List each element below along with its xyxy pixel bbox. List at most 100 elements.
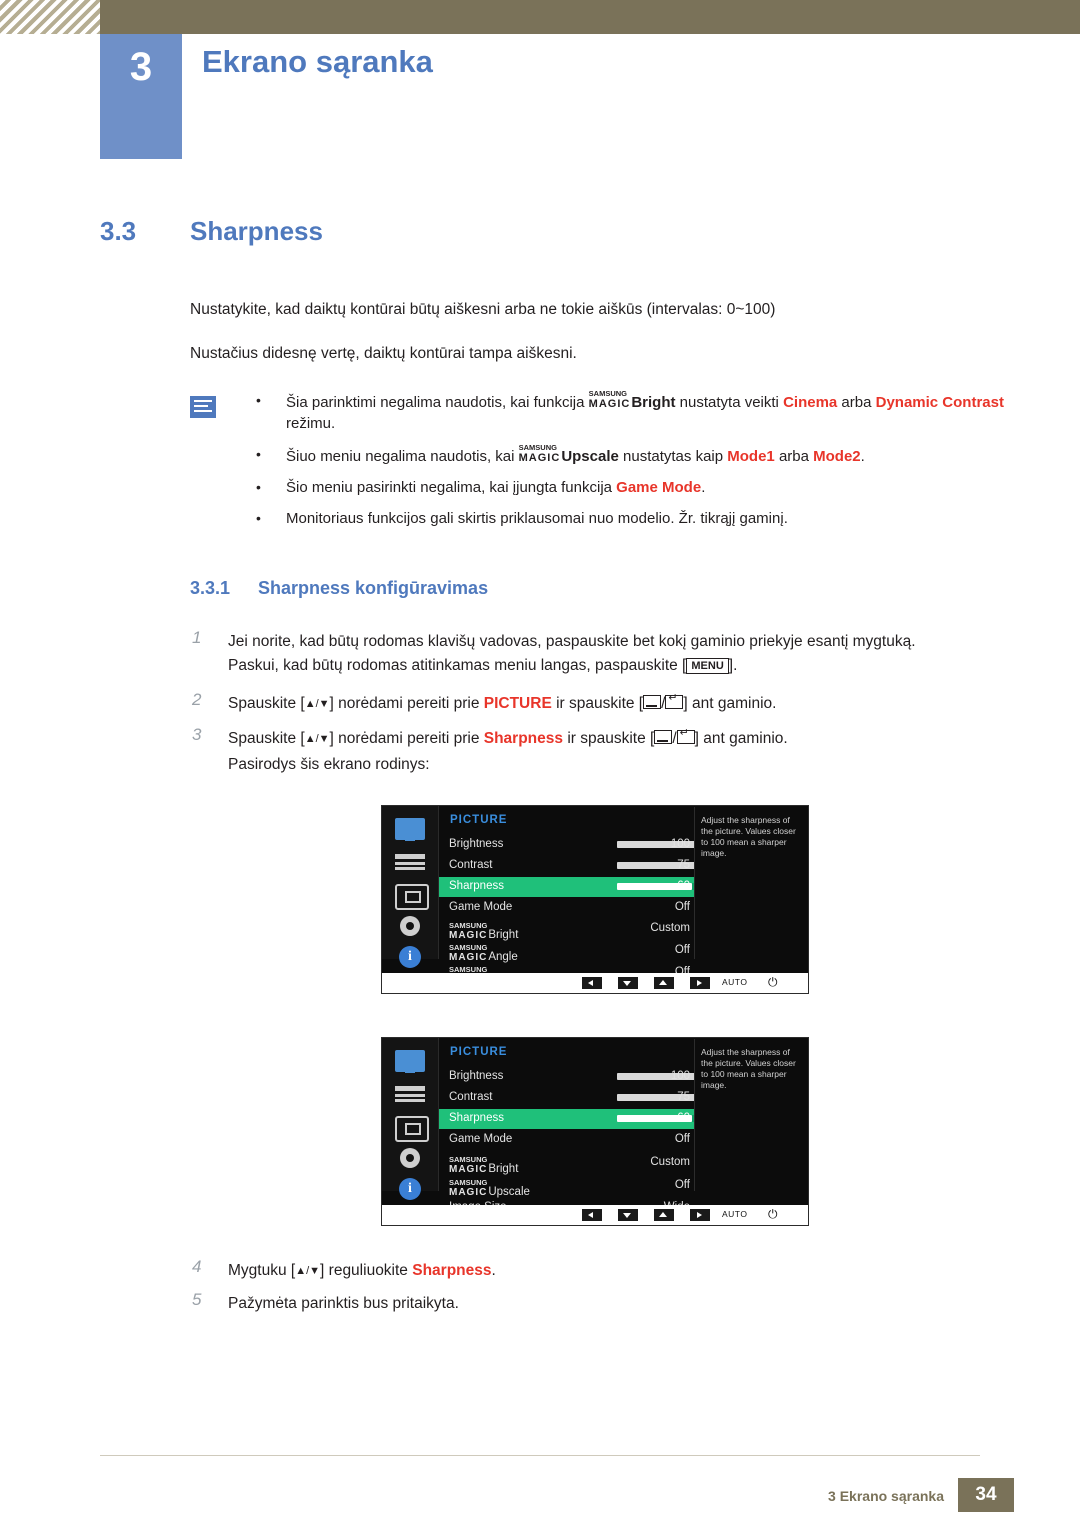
osd1-row-label: Game Mode xyxy=(449,901,513,913)
note-text-mid2: arba xyxy=(837,394,876,411)
osd2-row-value: Custom xyxy=(650,1156,690,1168)
osd2-help-text: Adjust the sharpness of the picture. Val… xyxy=(694,1039,807,1191)
section-number: 3.3 xyxy=(100,216,137,246)
magic-suffix: Bright xyxy=(631,394,676,411)
osd1-row-sharpness[interactable]: Sharpness 60 xyxy=(439,877,742,897)
auto-key-label[interactable]: AUTO xyxy=(722,977,747,987)
osd-icon-rail xyxy=(382,806,439,968)
footer-divider xyxy=(100,1455,980,1456)
right-key-icon[interactable] xyxy=(690,977,710,989)
osd2-row-game-mode[interactable]: Game Mode Off xyxy=(439,1130,704,1150)
subsection-title: Sharpness konfigūravimas xyxy=(258,578,489,598)
magic-suffix: Bright xyxy=(488,1163,519,1175)
note-item: Šiuo meniu negalima naudotis, kai SAMSUN… xyxy=(244,443,1034,467)
magic-big: MAGIC xyxy=(588,398,631,410)
step-1-line2-post: ]. xyxy=(728,657,738,674)
right-key-icon[interactable] xyxy=(690,1209,710,1221)
step-number-4: 4 xyxy=(192,1257,202,1276)
magic-small: SAMSUNG xyxy=(449,1178,488,1187)
power-icon[interactable]: ⏻ xyxy=(768,1208,778,1221)
magic-small: SAMSUNG xyxy=(449,921,488,930)
subsection-number: 3.3.1 xyxy=(190,578,231,598)
down-key-icon[interactable] xyxy=(618,977,638,989)
osd2-row-label: Game Mode xyxy=(449,1133,513,1145)
note-item: Šio meniu pasirinkti negalima, kai įjung… xyxy=(244,477,1034,498)
magic-big: MAGIC xyxy=(518,452,561,464)
step-4-target: Sharpness xyxy=(412,1262,492,1279)
down-key-icon[interactable] xyxy=(618,1209,638,1221)
auto-key-label[interactable]: AUTO xyxy=(722,1209,747,1219)
step-number-5: 5 xyxy=(192,1290,202,1309)
step-2-mid: ] norėdami pereiti prie xyxy=(329,695,484,712)
osd2-row-label: SAMSUNG MAGICBright xyxy=(449,1155,519,1175)
osd1-help-text: Adjust the sharpness of the picture. Val… xyxy=(694,807,807,959)
osd2-row-label: Brightness xyxy=(449,1070,504,1082)
osd1-row-magicangle[interactable]: SAMSUNG MAGICAngle Off xyxy=(439,941,704,963)
osd1-row-value: Off xyxy=(674,901,690,913)
note-text-tail: . xyxy=(860,448,865,465)
osd1-row-brightness: Brightness 100 xyxy=(439,835,742,855)
note-text-mid2: arba xyxy=(774,448,814,465)
magic-suffix: Upscale xyxy=(488,1186,530,1198)
note-text: Šiuo meniu negalima naudotis, kai xyxy=(286,448,519,465)
step-text-5: Pažymėta parinktis bus pritaikyta. xyxy=(228,1295,459,1312)
left-key-icon[interactable] xyxy=(582,1209,602,1221)
note-text: Šio meniu pasirinkti negalima, kai įjung… xyxy=(286,479,617,496)
magic-logo: SAMSUNGMAGIC xyxy=(449,943,488,963)
source-icon xyxy=(654,730,673,744)
note-text-tail: režimu. xyxy=(286,415,336,432)
magic-logo: SAMSUNGMAGIC xyxy=(449,1178,488,1198)
magic-small: SAMSUNG xyxy=(588,389,627,398)
osd2-row-value: 75 xyxy=(677,1091,690,1103)
left-key-icon[interactable] xyxy=(582,977,602,989)
magic-logo: SAMSUNGMAGIC xyxy=(449,921,488,941)
footer-text: 3 Ekrano sąranka xyxy=(828,1488,944,1504)
step-2-mid2: ir spauskite [ xyxy=(551,695,644,712)
osd2-row-value: 60 xyxy=(677,1112,690,1124)
note-text-mid: nustatyta veikti xyxy=(675,394,784,411)
intro-line-1: Nustatykite, kad daiktų kontūrai būtų ai… xyxy=(190,301,776,318)
step-4-mid: ] reguliuokite xyxy=(320,1262,413,1279)
osd2-row-brightness: Brightness 100 xyxy=(439,1067,742,1087)
picture-icon xyxy=(395,818,425,841)
up-key-icon[interactable] xyxy=(654,1209,674,1221)
osd2-row-magicupscale[interactable]: SAMSUNG MAGICUpscale Off xyxy=(439,1176,704,1198)
magic-big: MAGIC xyxy=(449,930,488,941)
magic-big: MAGIC xyxy=(449,1164,488,1175)
osd2-row-magicbright[interactable]: SAMSUNG MAGICBright Custom xyxy=(439,1153,704,1175)
step-1-line1: Jei norite, kad būtų rodomas klavišų vad… xyxy=(228,633,916,650)
magic-big: MAGIC xyxy=(449,952,488,963)
section-title: Sharpness xyxy=(190,216,323,246)
gear-icon xyxy=(400,916,420,936)
chapter-title: Ekrano sąranka xyxy=(202,44,433,79)
magic-logo: SAMSUNGMAGIC xyxy=(518,443,561,464)
osd-screenshot-1: PICTURE Brightness 100 Contrast 75 Sharp… xyxy=(381,805,809,994)
header-bar xyxy=(0,0,1080,34)
chapter-number: 3 xyxy=(129,45,153,89)
osd1-row-value: 75 xyxy=(677,859,690,871)
enter-icon xyxy=(665,692,684,709)
osd1-title: PICTURE xyxy=(450,814,508,826)
osd1-row-contrast: Contrast 75 xyxy=(439,856,742,876)
note-text: Monitoriaus funkcijos gali skirtis prikl… xyxy=(286,510,788,527)
updown-arrows-icon: ▲/▼ xyxy=(304,733,330,745)
osd1-row-magicbright[interactable]: SAMSUNG MAGICBright Custom xyxy=(439,919,704,941)
osd1-key-guide: AUTO ⏻ xyxy=(382,973,808,993)
osd2-row-label: Contrast xyxy=(449,1091,493,1103)
osd2-row-sharpness[interactable]: Sharpness 60 xyxy=(439,1109,742,1129)
osd2-row-value: Off xyxy=(674,1179,690,1191)
onscreen-display-icon xyxy=(395,852,425,874)
step-number-3: 3 xyxy=(192,725,202,744)
onscreen-display-icon xyxy=(395,1084,425,1106)
note-text-tail: . xyxy=(701,479,706,496)
osd1-row-label: Brightness xyxy=(449,838,504,850)
osd1-row-value: Off xyxy=(674,944,690,956)
step-1-line2-pre: Paskui, kad būtų rodomas atitinkamas men… xyxy=(228,657,687,674)
step-4-post: . xyxy=(491,1262,496,1279)
power-icon[interactable]: ⏻ xyxy=(768,976,778,989)
up-key-icon[interactable] xyxy=(654,977,674,989)
osd1-row-game-mode[interactable]: Game Mode Off xyxy=(439,898,704,918)
source-icon xyxy=(643,695,662,709)
osd-screenshot-2: PICTURE Brightness 100 Contrast 75 Sharp… xyxy=(381,1037,809,1226)
step-number-2: 2 xyxy=(192,690,202,709)
